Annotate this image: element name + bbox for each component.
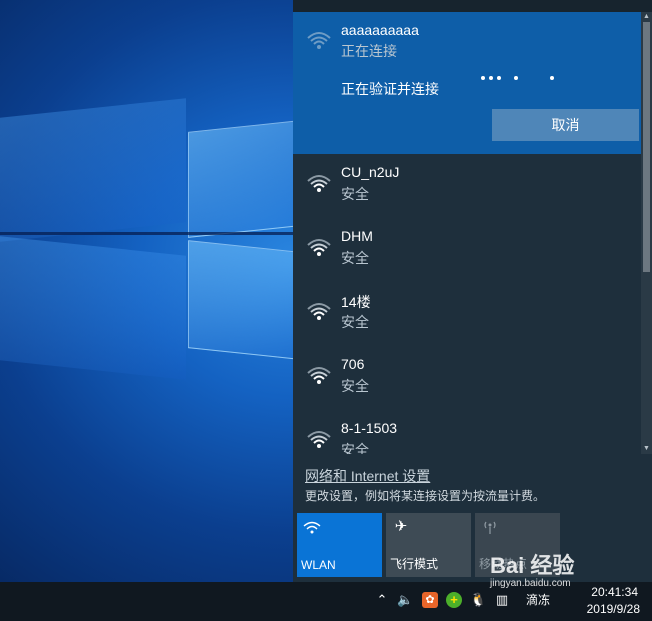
wallpaper-pane-bottom [188, 240, 300, 360]
progress-dots [481, 76, 571, 86]
volume-icon[interactable]: 🔈 [397, 592, 413, 608]
network-name: 706 [341, 356, 365, 372]
network-status: 安全 [341, 250, 369, 266]
flyout-top-edge [293, 0, 652, 12]
airplane-mode-tile[interactable]: ✈ 飞行模式 [386, 513, 471, 577]
wifi-connecting-icon [307, 32, 331, 49]
network-tray-icon[interactable]: ▥ [494, 592, 510, 608]
scroll-down-icon[interactable]: ▼ [641, 444, 652, 454]
hotspot-icon [484, 521, 496, 534]
wifi-icon [303, 521, 321, 534]
network-settings-link[interactable]: 网络和 Internet 设置 [305, 466, 430, 486]
network-status: 安全 [341, 442, 369, 454]
network-name: 8-1-1503 [341, 420, 398, 436]
network-status: 安全 [341, 314, 369, 330]
baidu-watermark: Bai 经验 jingyan.baidu.com [490, 548, 640, 594]
wifi-secure-icon [307, 431, 331, 448]
network-name: CU_n2uJ [341, 164, 400, 180]
network-status: 安全 [341, 378, 369, 394]
network-list-scrollbar[interactable]: ▲ ▼ [641, 12, 652, 454]
security-app-icon[interactable]: + [446, 592, 462, 608]
wallpaper-pane-left-bottom [0, 236, 186, 380]
scrollbar-thumb[interactable] [643, 22, 650, 272]
connecting-network-panel[interactable]: aaaaaaaaaa 正在连接 正在验证并连接 取消 [293, 12, 641, 154]
wlan-tile-label: WLAN [301, 558, 336, 572]
chevron-up-icon[interactable]: ⌃ [374, 592, 390, 608]
ime-indicator[interactable]: 滴冻 [518, 592, 558, 608]
clock-date[interactable]: 2019/9/28 [587, 602, 640, 616]
app-tray-icon[interactable]: ✿ [422, 592, 438, 608]
wifi-secure-icon [307, 367, 331, 384]
connecting-network-name: aaaaaaaaaa [341, 22, 419, 38]
network-item[interactable]: 706 安全 [293, 346, 641, 410]
scroll-up-icon[interactable]: ▲ [641, 12, 652, 22]
network-flyout: aaaaaaaaaa 正在连接 正在验证并连接 取消 CU_n2uJ 安全 DH… [293, 0, 652, 582]
wifi-secure-icon [307, 239, 331, 256]
cancel-button[interactable]: 取消 [492, 109, 639, 141]
wifi-secure-icon [307, 175, 331, 192]
wlan-tile[interactable]: WLAN [297, 513, 382, 577]
watermark-text: Bai 经验 [490, 553, 575, 578]
connecting-detail-text: 正在验证并连接 [341, 81, 439, 97]
network-item[interactable]: 14楼 安全 [293, 282, 641, 346]
wallpaper-pane-top [188, 120, 300, 238]
network-settings-description: 更改设置，例如将某连接设置为按流量计费。 [305, 489, 546, 503]
connecting-network-status: 正在连接 [341, 43, 397, 59]
network-name: 14楼 [341, 294, 371, 310]
watermark-url: jingyan.baidu.com [490, 578, 571, 589]
wallpaper-divider [0, 232, 300, 235]
network-name: DHM [341, 228, 373, 244]
network-status: 安全 [341, 186, 369, 202]
wifi-secure-icon [307, 303, 331, 320]
network-item[interactable]: CU_n2uJ 安全 [293, 154, 641, 218]
airplane-icon: ✈ [394, 518, 408, 535]
wallpaper-pane-left-top [0, 98, 186, 242]
airplane-mode-tile-label: 飞行模式 [390, 557, 439, 571]
qq-icon[interactable]: 🐧 [470, 592, 486, 608]
network-item[interactable]: 8-1-1503 安全 [293, 410, 641, 454]
network-item[interactable]: DHM 安全 [293, 218, 641, 282]
